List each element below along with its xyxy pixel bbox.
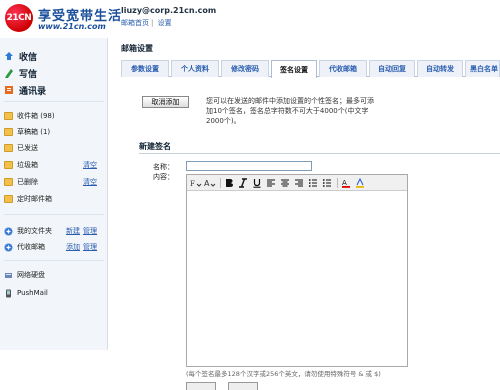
page-title: 邮箱设置 [121,44,153,53]
pushmail-link[interactable]: PushMail [4,287,104,299]
svg-text:A: A [342,179,347,187]
content-label: 内容： [153,173,174,181]
main-panel: 邮箱设置 参数设置 个人资料 修改密码 签名设置 代收邮箱 自动回复 自动转发 … [117,38,500,390]
folder-scheduled[interactable]: 定时邮件箱 [4,193,104,205]
my-folders[interactable]: 我的文件夹 新建 管理 [4,225,104,237]
proxy-mailbox-label: 代收邮箱 [17,243,45,251]
save-button[interactable] [186,382,216,390]
divider [4,214,104,215]
section-title: 新建签名 [139,142,171,151]
logo[interactable]: 21CN [5,4,33,32]
tab-parameters[interactable]: 参数设置 [121,60,169,77]
empty-spam-link[interactable]: 清空 [83,160,97,170]
plus-circle-icon [4,243,13,252]
align-right-icon[interactable] [293,177,305,188]
svg-text:F: F [190,180,195,188]
signature-hint: (每个签名最多128个汉字或256个英文，请勿使用特殊符号 & 或 $) [186,370,381,378]
text-color-icon[interactable]: A [340,177,352,188]
divider [4,101,104,102]
pushmail-label: PushMail [17,289,48,297]
divider [139,153,500,154]
folder-icon [4,161,13,169]
signature-description: 您可以在发送的邮件中添加设置的个性签名；最多可添加10个签名，签名总字符数不可大… [206,97,374,125]
proxy-mailbox[interactable]: 代收邮箱 添加 管理 [4,241,104,253]
italic-icon[interactable] [237,177,249,188]
settings-link[interactable]: 设置 [158,19,172,27]
background-color-icon[interactable] [354,177,366,188]
folder-inbox[interactable]: 收件箱 (98) [4,110,104,122]
user-email: liuzy@corp.21cn.com [121,6,217,15]
settings-tabs: 参数设置 个人资料 修改密码 签名设置 代收邮箱 自动回复 自动转发 黑白名单 [121,60,500,78]
signature-name-input[interactable] [186,161,312,171]
folder-label: 垃圾箱 [17,161,38,169]
network-disk-label: 网络硬盘 [17,271,45,279]
font-size-icon[interactable]: A [204,177,216,188]
align-left-icon[interactable] [265,177,277,188]
contacts-label: 通讯录 [19,86,47,97]
tab-profile[interactable]: 个人资料 [171,60,219,77]
folder-label: 定时邮件箱 [17,195,52,203]
folder-icon [4,144,13,152]
manage-proxy-link[interactable]: 管理 [83,242,97,252]
tab-blacklist[interactable]: 黑白名单 [465,60,500,77]
manage-folders-link[interactable]: 管理 [83,226,97,236]
toolbar-separator [220,177,221,188]
folder-icon [4,178,13,186]
folder-icon [4,195,13,203]
name-label: 名称： [153,163,174,171]
plus-circle-icon [4,227,13,236]
tab-auto-forward[interactable]: 自动转发 [417,60,463,77]
divider [4,260,104,261]
contacts-icon [4,85,14,95]
editor-toolbar: F A A [187,175,407,191]
mailbox-home-link[interactable]: 邮箱首页 [121,19,149,27]
tab-signature[interactable]: 签名设置 [271,60,317,78]
unordered-list-icon[interactable] [321,177,333,188]
folder-drafts[interactable]: 草稿箱 (1) [4,126,104,138]
tab-password[interactable]: 修改密码 [221,60,269,77]
tab-proxy-mail[interactable]: 代收邮箱 [319,60,367,77]
separator: | [151,19,154,27]
header-links: 邮箱首页 | 设置 [121,18,174,28]
font-family-icon[interactable]: F [190,177,202,188]
compose-label: 写信 [19,69,38,80]
phone-icon [4,289,13,298]
align-center-icon[interactable] [279,177,291,188]
compose-link[interactable]: 写信 [4,66,37,80]
folder-deleted[interactable]: 已删除 清空 [4,176,104,188]
folder-label: 已发送 [17,144,38,152]
sidebar: 收信 写信 通讯录 收件箱 (98) 草稿箱 (1) 已发送 垃圾箱 清空 已删除… [0,38,108,350]
network-disk-link[interactable]: 网络硬盘 [4,269,104,281]
svg-text:A: A [204,179,210,188]
underline-icon[interactable] [251,177,263,188]
disk-icon [4,271,13,280]
cancel-add-button[interactable]: 取消添加 [142,96,189,108]
inbox-icon [4,51,14,61]
add-proxy-link[interactable]: 添加 [66,242,80,252]
contacts-link[interactable]: 通讯录 [4,83,46,97]
folder-sent[interactable]: 已发送 [4,142,104,154]
inbox-link[interactable]: 收信 [4,49,37,63]
toolbar-separator [337,177,338,188]
inbox-label: 收信 [19,52,38,63]
brand-url: www.21cn.com [38,22,106,31]
tab-auto-reply[interactable]: 自动回复 [369,60,415,77]
top-bar: 21CN 享受宽带生活 www.21cn.com liuzy@corp.21cn… [0,0,500,38]
empty-deleted-link[interactable]: 清空 [83,177,97,187]
folder-icon [4,112,13,120]
my-folders-label: 我的文件夹 [17,227,52,235]
folder-label: 草稿箱 (1) [17,128,51,136]
signature-editor[interactable]: F A A [186,174,408,367]
bold-icon[interactable] [223,177,235,188]
logo-text: 21CN [6,13,32,23]
folder-spam[interactable]: 垃圾箱 清空 [4,159,104,171]
cancel-button[interactable] [228,382,258,390]
compose-icon [4,68,14,78]
ordered-list-icon[interactable] [307,177,319,188]
new-folder-link[interactable]: 新建 [66,226,80,236]
folder-label: 已删除 [17,178,38,186]
folder-icon [4,128,13,136]
folder-label: 收件箱 (98) [17,112,55,120]
